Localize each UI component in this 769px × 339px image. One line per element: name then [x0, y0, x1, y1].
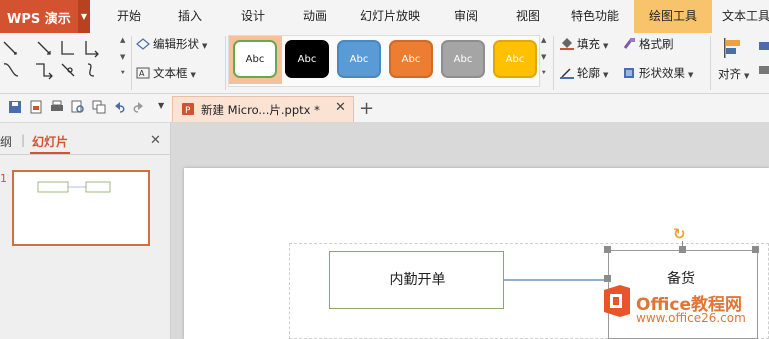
print-preview-icon[interactable] [71, 100, 85, 114]
document-tab-name: 新建 Micro...片.pptx * [201, 103, 320, 117]
align-icon[interactable] [722, 38, 746, 60]
box2-text: 备货 [667, 271, 695, 287]
pptx-file-icon: P [182, 103, 194, 116]
panel-tab-divider: | [21, 133, 26, 147]
shape-style-4[interactable]: Abc [389, 40, 433, 78]
ribbon-separator [131, 36, 132, 90]
connector-line[interactable] [504, 279, 607, 281]
svg-text:A: A [139, 69, 145, 78]
shape-effects-button[interactable]: 形状效果 ▼ [622, 63, 693, 83]
fill-bucket-icon [560, 36, 574, 50]
shape-box-left[interactable]: 内勤开单 [329, 251, 504, 309]
tab-home[interactable]: 开始 [105, 0, 153, 33]
text-box-icon: A [136, 65, 150, 79]
outline-pen-icon [560, 65, 574, 79]
slide-thumbnail[interactable] [12, 170, 150, 246]
text-box-button[interactable]: A 文本框 ▼ [136, 63, 196, 83]
svg-text:P: P [185, 106, 191, 116]
format-copy-icon[interactable] [92, 100, 106, 114]
ribbon-separator [553, 36, 554, 90]
edit-shape-label: 编辑形状 [153, 37, 199, 51]
rotate-handle-stem [682, 241, 683, 247]
box1-text: 内勤开单 [389, 272, 446, 288]
shape-style-2[interactable]: Abc [285, 40, 329, 78]
shape-style-1[interactable]: Abc [233, 40, 277, 78]
align-label: 对齐 [718, 67, 741, 81]
app-title: WPS 演示 [7, 12, 71, 27]
edit-shape-button[interactable]: 编辑形状 ▼ [136, 34, 207, 54]
format-painter-icon [622, 36, 636, 49]
tab-design[interactable]: 设计 [229, 0, 277, 33]
qat-dropdown-icon[interactable]: ▼ [158, 101, 164, 110]
style-gallery-scroll[interactable]: ▲ ▼ ⯆ [541, 36, 551, 88]
fill-button[interactable]: 填充 ▼ [560, 34, 608, 54]
close-tab-icon[interactable]: ✕ [335, 100, 346, 115]
align-button[interactable]: 对齐 ▼ [718, 64, 749, 84]
panel-divider [0, 154, 170, 155]
edit-shape-icon [136, 36, 150, 50]
outline-label: 轮廓 [577, 66, 600, 80]
slide-number: 1 [0, 172, 7, 185]
save-icon[interactable] [8, 100, 22, 114]
shape-gallery[interactable] [0, 36, 120, 84]
shape-effects-icon [622, 65, 636, 78]
rotate-handle-icon[interactable]: ↻ [673, 225, 686, 243]
resize-handle[interactable] [604, 246, 611, 253]
fill-label: 填充 [577, 37, 600, 51]
tab-view[interactable]: 视图 [504, 0, 552, 33]
format-painter-button[interactable]: 格式刷 [622, 34, 674, 54]
outline-button[interactable]: 轮廓 ▼ [560, 63, 608, 83]
print-icon[interactable] [50, 100, 64, 114]
tab-slides[interactable]: 幻灯片 [32, 133, 68, 150]
document-tab[interactable]: P 新建 Micro...片.pptx * ✕ [172, 96, 354, 122]
tab-drawing-tools[interactable]: 绘图工具 [634, 0, 712, 33]
close-panel-icon[interactable]: ✕ [150, 133, 161, 148]
tab-slideshow[interactable]: 幻灯片放映 [352, 0, 428, 33]
app-menu-dropdown-icon[interactable]: ▼ [78, 0, 90, 33]
shape-style-6[interactable]: Abc [493, 40, 537, 78]
resize-handle[interactable] [752, 246, 759, 253]
shape-gallery-scroll[interactable]: ▲ ▼ ⯆ [120, 36, 128, 88]
resize-handle[interactable] [679, 246, 686, 253]
format-painter-label: 格式刷 [639, 37, 674, 51]
app-menu-button[interactable]: WPS 演示 ▼ [0, 0, 90, 33]
export-pdf-icon[interactable] [29, 100, 43, 114]
resize-handle[interactable] [604, 275, 611, 282]
tab-review[interactable]: 审阅 [442, 0, 490, 33]
shape-style-5[interactable]: Abc [441, 40, 485, 78]
slide-thumbnail-preview [37, 181, 111, 193]
shape-effects-label: 形状效果 [639, 66, 685, 80]
shape-style-3[interactable]: Abc [337, 40, 381, 78]
ribbon-separator [710, 36, 711, 90]
office-logo-icon [604, 285, 630, 317]
ribbon-more-icons[interactable] [757, 40, 769, 84]
tab-insert[interactable]: 插入 [166, 0, 214, 33]
tab-outline[interactable]: 纲 [0, 133, 12, 150]
ribbon-separator [225, 36, 226, 90]
tab-features[interactable]: 特色功能 [563, 0, 627, 33]
tab-text-tools[interactable]: 文本工具 [722, 0, 769, 33]
text-box-label: 文本框 [153, 66, 188, 80]
redo-icon[interactable] [132, 100, 146, 114]
undo-icon[interactable] [112, 100, 126, 114]
tab-animation[interactable]: 动画 [291, 0, 339, 33]
new-tab-plus-icon[interactable]: + [359, 98, 374, 119]
watermark-url: www.office26.com [636, 311, 746, 325]
